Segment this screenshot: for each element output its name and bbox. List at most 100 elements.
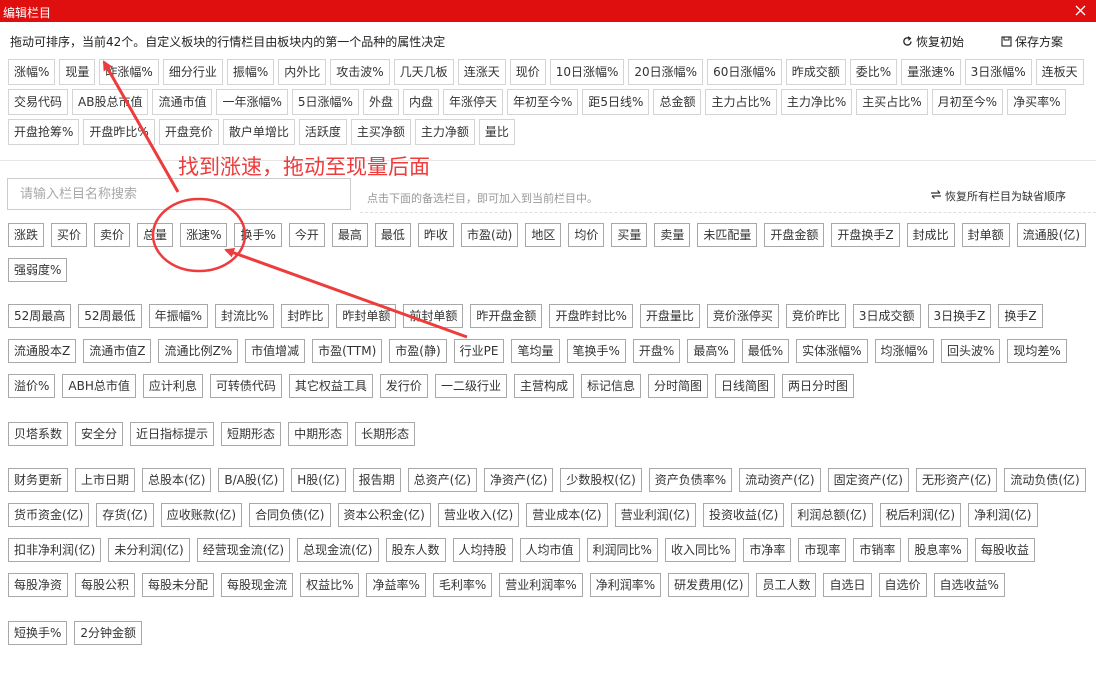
available-column-tag[interactable]: 可转债代码 [209,374,282,398]
available-column-tag[interactable]: 营业利润率% [499,573,583,597]
available-column-tag[interactable]: 昨收 [417,223,454,247]
available-column-tag[interactable]: 股息率% [908,538,968,562]
available-column-tag[interactable]: 财务更新 [8,468,69,492]
available-column-tag[interactable]: 封成比 [906,223,955,247]
available-column-tag[interactable]: 买价 [51,223,88,247]
available-column-tag[interactable]: 自选收益% [933,573,1005,597]
available-column-tag[interactable]: 每股现金流 [221,573,294,597]
available-column-tag[interactable]: 流动资产(亿) [739,468,821,492]
available-column-tag[interactable]: 市净率 [743,538,792,562]
current-column-tag[interactable]: 5日涨幅% [291,89,359,115]
available-column-tag[interactable]: 强弱度% [8,258,68,282]
current-column-tag[interactable]: 现量 [59,59,96,85]
available-column-tag[interactable]: 换手% [234,223,282,247]
available-column-tag[interactable]: 营业收入(亿) [437,503,520,527]
available-column-tag[interactable]: 流通股(亿) [1016,223,1087,247]
available-column-tag[interactable]: 市销率 [853,538,902,562]
available-column-tag[interactable]: 净资产(亿) [484,468,554,492]
available-column-tag[interactable]: 每股收益 [974,538,1035,562]
available-column-tag[interactable]: B/A股(亿) [218,468,285,492]
save-button[interactable]: 保存方案 [1001,33,1063,50]
current-column-tag[interactable]: 主力净额 [414,119,475,145]
available-column-tag[interactable]: 开盘昨封比% [549,304,633,328]
current-column-tag[interactable]: 几天几板 [393,59,454,85]
available-column-tag[interactable]: 自选日 [823,573,872,597]
available-column-tag[interactable]: 资产负债率% [648,468,733,492]
available-column-tag[interactable]: 开盘量比 [639,304,700,328]
available-column-tag[interactable]: 每股净资 [8,573,69,597]
current-column-tag[interactable]: 开盘抢筹% [8,119,80,145]
available-column-tag[interactable]: 利润总额(亿) [791,503,873,527]
available-column-tag[interactable]: 固定资产(亿) [827,468,909,492]
available-column-tag[interactable]: 少数股权(亿) [560,468,642,492]
available-column-tag[interactable]: 竞价昨比 [785,304,846,328]
available-column-tag[interactable]: 人均市值 [519,538,580,562]
available-column-tag[interactable]: 3日换手Z [927,304,992,328]
current-column-tag[interactable]: 内盘 [402,89,439,115]
available-column-tag[interactable]: 流动负债(亿) [1004,468,1086,492]
available-column-tag[interactable]: 52周最高 [8,304,72,328]
available-column-tag[interactable]: 流通股本Z [8,339,77,363]
current-column-tag[interactable]: 开盘竞价 [158,119,219,145]
current-column-tag[interactable]: 年初至今% [506,89,579,115]
current-column-tag[interactable]: 内外比 [278,59,327,85]
available-column-tag[interactable]: 笔均量 [511,339,560,363]
current-column-tag[interactable]: 连涨天 [457,59,506,85]
available-column-tag[interactable]: 营业利润(亿) [614,503,696,527]
current-column-tag[interactable]: 年涨停天 [442,89,503,115]
current-column-tag[interactable]: 昨成交额 [785,59,846,85]
available-column-tag[interactable]: 均价 [568,223,605,247]
available-column-tag[interactable]: 货币资金(亿) [8,503,90,527]
current-column-tag[interactable]: 涨幅% [8,59,56,85]
available-column-tag[interactable]: 研发费用(亿) [668,573,750,597]
available-column-tag[interactable]: 封流比% [214,304,275,328]
current-column-tag[interactable]: 流通市值 [152,89,213,115]
available-column-tag[interactable]: 地区 [525,223,562,247]
available-column-tag[interactable]: 人均持股 [452,538,513,562]
available-column-tag[interactable]: 主营构成 [513,374,574,398]
available-column-tag[interactable]: 标记信息 [580,374,641,398]
available-column-tag[interactable]: 税后利润(亿) [879,503,962,527]
available-column-tag[interactable]: 卖价 [94,223,131,247]
current-column-tag[interactable]: 3日涨幅% [964,59,1032,85]
current-column-tag[interactable]: 净买率% [1007,89,1067,115]
current-column-tag[interactable]: 现价 [509,59,546,85]
available-column-tag[interactable]: 贝塔系数 [8,422,69,446]
available-column-tag[interactable]: 分时简图 [647,374,708,398]
available-column-tag[interactable]: 毛利率% [432,573,493,597]
available-column-tag[interactable]: 报告期 [352,468,401,492]
current-column-tag[interactable]: 交易代码 [8,89,69,115]
reset-button[interactable]: 恢复初始 [902,33,964,50]
available-column-tag[interactable]: 净利润率% [589,573,662,597]
available-column-tag[interactable]: 流通比例Z% [158,339,239,363]
available-column-tag[interactable]: 员工人数 [756,573,817,597]
current-column-tag[interactable]: 主买净额 [350,119,411,145]
current-column-tag[interactable]: 连板天 [1035,59,1084,85]
available-column-tag[interactable]: 回头波% [940,339,1001,363]
available-column-tag[interactable]: 涨跌 [8,223,45,247]
available-column-tag[interactable]: 今开 [288,223,325,247]
available-column-tag[interactable]: 换手Z [998,304,1043,328]
available-column-tag[interactable]: 2分钟金额 [74,621,143,645]
available-column-tag[interactable]: 净益率% [366,573,426,597]
available-column-tag[interactable]: 发行价 [379,374,428,398]
current-column-tag[interactable]: 开盘昨比% [83,119,155,145]
current-column-tag[interactable]: 量比 [478,119,515,145]
available-column-tag[interactable]: 52周最低 [78,304,142,328]
current-column-tag[interactable]: 活跃度 [298,119,347,145]
current-column-tag[interactable]: 主力净比% [780,89,853,115]
available-column-tag[interactable]: 营业成本(亿) [526,503,608,527]
available-column-tag[interactable]: 最高% [687,339,735,363]
available-column-tag[interactable]: 未分利润(亿) [108,538,190,562]
available-column-tag[interactable]: 中期形态 [288,422,349,446]
available-column-tag[interactable]: 市盈(动) [460,223,519,247]
available-column-tag[interactable]: 封昨比 [281,304,330,328]
current-column-tag[interactable]: 主买占比% [856,89,928,115]
current-column-tag[interactable]: 外盘 [362,89,399,115]
current-column-tag[interactable]: 委比% [849,59,898,85]
close-icon[interactable] [1072,1,1090,21]
available-column-tag[interactable]: 资本公积金(亿) [337,503,431,527]
available-column-tag[interactable]: 市现率 [798,538,847,562]
available-column-tag[interactable]: 均涨幅% [874,339,934,363]
current-column-tag[interactable]: 10日涨幅% [549,59,625,85]
